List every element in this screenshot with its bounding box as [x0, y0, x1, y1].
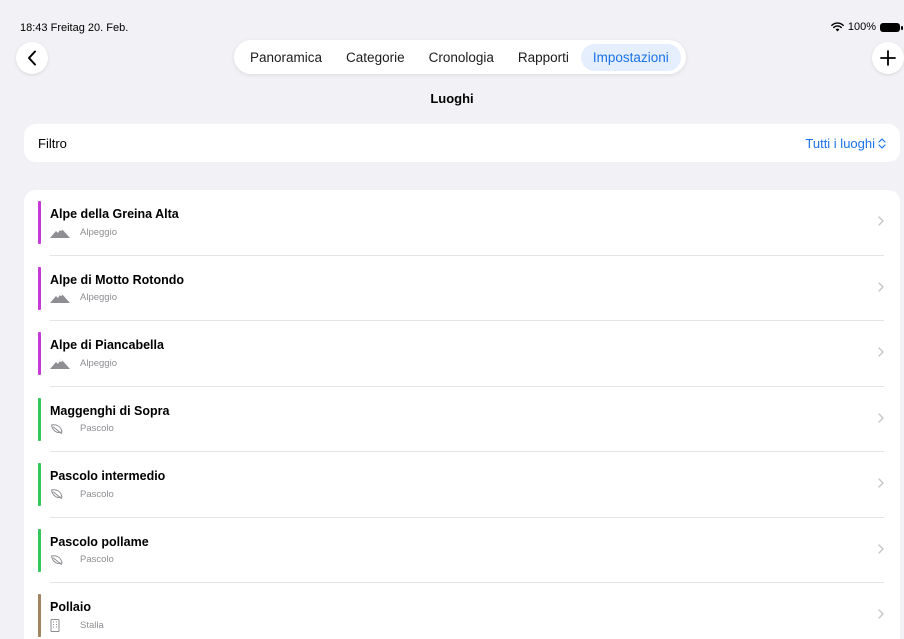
chevron-right-icon [878, 609, 884, 619]
wifi-icon [830, 22, 844, 32]
places-list: Alpe della Greina Alta Alpeggio Alpe di … [24, 190, 900, 639]
tab-impostazioni[interactable]: Impostazioni [580, 43, 681, 71]
place-name: Alpe di Piancabella [50, 338, 164, 352]
chevron-right-icon [878, 216, 884, 226]
place-type: Pascolo [50, 423, 114, 435]
mountain-icon [50, 357, 72, 369]
category-color-bar [38, 528, 41, 572]
place-type-label: Pascolo [80, 488, 114, 500]
place-name: Maggenghi di Sopra [50, 403, 170, 418]
chevron-right-icon [878, 412, 884, 423]
place-type-label: Alpeggio [80, 292, 117, 303]
status-bar: 18:43 Freitag 20. Feb. 100% [0, 0, 904, 36]
mountain-icon [50, 292, 72, 304]
leaf-icon [50, 554, 72, 566]
place-type: Alpeggio [50, 357, 117, 369]
place-type-label: Pascolo [80, 554, 114, 565]
place-type: Stalla [50, 618, 104, 632]
chevron-right-icon [878, 281, 884, 292]
filter-picker[interactable]: Tutti i luoghi [805, 136, 886, 151]
category-color-bar [38, 594, 41, 637]
category-color-bar [38, 463, 41, 506]
place-type-label: Alpeggio [80, 357, 117, 369]
category-color-bar [38, 397, 41, 441]
list-item[interactable]: Alpe della Greina Alta Alpeggio [24, 190, 900, 256]
add-button[interactable] [872, 42, 904, 74]
place-type: Alpeggio [50, 292, 117, 304]
chevron-left-icon [28, 50, 36, 66]
tab-rapporti[interactable]: Rapporti [506, 44, 581, 71]
place-name: Alpe della Greina Alta [50, 207, 179, 221]
place-type: Pascolo [50, 488, 114, 500]
category-color-bar [38, 332, 41, 375]
status-date: Freitag 20. Feb. [50, 22, 129, 34]
category-color-bar [38, 201, 41, 244]
list-item[interactable]: Alpe di Piancabella Alpeggio [24, 321, 900, 387]
place-type: Alpeggio [50, 226, 117, 238]
list-item[interactable]: Alpe di Motto Rotondo Alpeggio [24, 256, 900, 321]
list-item[interactable]: Pascolo pollame Pascolo [24, 518, 900, 583]
category-color-bar [38, 266, 41, 310]
chevron-right-icon [878, 543, 884, 554]
place-name: Pascolo pollame [50, 534, 149, 549]
place-name: Alpe di Motto Rotondo [50, 272, 184, 287]
place-type-label: Pascolo [80, 423, 114, 434]
place-type-label: Stalla [80, 619, 104, 631]
place-type-label: Alpeggio [80, 226, 117, 238]
filter-row[interactable]: Filtro Tutti i luoghi [24, 124, 900, 162]
tab-panoramica[interactable]: Panoramica [238, 44, 334, 71]
clock-time: 18:43 [20, 22, 48, 34]
tab-bar: Panoramica Categorie Cronologia Rapporti… [234, 40, 686, 74]
place-type: Pascolo [50, 554, 114, 566]
place-name: Pascolo intermedio [50, 469, 166, 483]
building-icon [50, 618, 72, 632]
list-item[interactable]: Maggenghi di Sopra Pascolo [24, 387, 900, 452]
page-title: Luoghi [430, 91, 474, 106]
plus-icon [880, 50, 896, 66]
list-item[interactable]: Pollaio Stalla [24, 583, 900, 639]
status-time: 18:43 Freitag 20. Feb. [20, 22, 128, 34]
chevron-up-down-icon [878, 138, 886, 149]
list-item[interactable]: Pascolo intermedio Pascolo [24, 452, 900, 518]
status-indicators: 100% [830, 21, 903, 33]
filter-value: Tutti i luoghi [805, 136, 875, 151]
mountain-icon [50, 226, 72, 238]
chevron-right-icon [878, 478, 884, 488]
tab-categorie[interactable]: Categorie [334, 44, 417, 71]
filter-label: Filtro [38, 136, 67, 151]
leaf-icon [50, 488, 72, 500]
tab-cronologia[interactable]: Cronologia [417, 44, 506, 71]
battery-percent: 100% [847, 21, 876, 33]
place-name: Pollaio [50, 600, 91, 614]
battery-icon [880, 22, 903, 32]
leaf-icon [50, 423, 72, 435]
back-button[interactable] [16, 42, 48, 74]
chevron-right-icon [878, 347, 884, 357]
